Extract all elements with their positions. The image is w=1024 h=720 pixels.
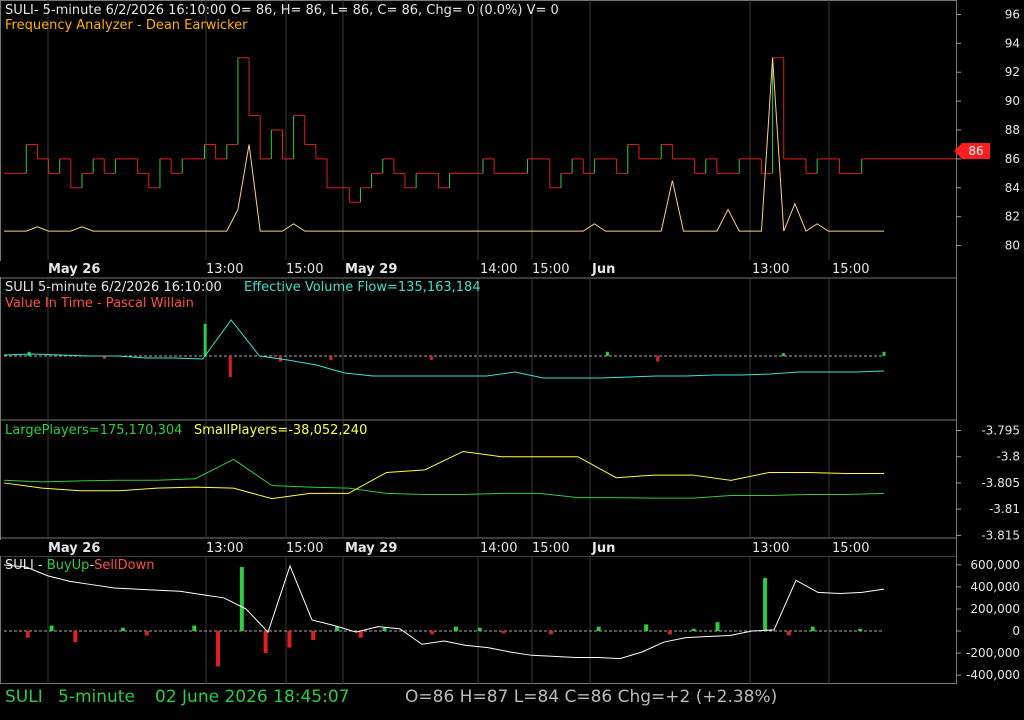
- value-bar: [228, 356, 232, 377]
- p1-info: SULI- 5-minute 6/2/2026 16:10:00 O= 86, …: [5, 3, 559, 18]
- time-axis-label: May 26: [48, 262, 100, 277]
- status-datetime: 02 June 2026 18:45:07: [155, 687, 350, 707]
- y-tick-label: 82: [1005, 210, 1020, 224]
- value-bar: [429, 356, 433, 361]
- value-bar: [781, 353, 785, 356]
- status-interval: 5-minute: [58, 687, 135, 707]
- time-axis-label: 14:00: [480, 541, 517, 556]
- time-axis-band: [0, 261, 956, 277]
- buy-sell-bar: [382, 627, 387, 632]
- buy-sell-bar: [287, 631, 292, 648]
- status-bar: SULI 5-minute 02 June 2026 18:45:07 O=86…: [0, 684, 1024, 720]
- value-bar: [605, 351, 609, 356]
- time-axis-band: [0, 540, 956, 556]
- buy-sell-bar: [786, 631, 791, 636]
- last-price-tag: 86: [954, 143, 990, 159]
- y-tick-label: 86: [1005, 152, 1020, 166]
- time-axis-label: 15:00: [286, 262, 323, 277]
- buy-sell-bar: [216, 631, 221, 667]
- y-tick-label: 96: [1005, 7, 1020, 21]
- y-tick-label: 92: [1005, 65, 1020, 79]
- buy-sell-bar: [120, 627, 125, 632]
- time-axis-label: 14:00: [480, 262, 517, 277]
- buy-sell-bar: [239, 567, 244, 632]
- y-tick-label: 200,000: [970, 602, 1020, 616]
- time-axis-label: 15:00: [832, 262, 869, 277]
- chart-canvas: May 26 13:00 15:00 May 29 14:00 15:00 Jun 13:00…: [0, 0, 1020, 684]
- buy-sell-bar: [358, 631, 363, 638]
- status-symbol: SULI: [5, 687, 43, 707]
- time-axis-label: Jun: [591, 541, 615, 556]
- buy-sell-bar: [311, 631, 316, 640]
- y-tick-label: -200,000: [966, 646, 1020, 660]
- y-tick-label: -400,000: [966, 668, 1020, 682]
- time-axis-label: 13:00: [206, 262, 243, 277]
- p2-indicator-name: Value In Time - Pascal Willain: [5, 296, 194, 311]
- y-tick-label: 600,000: [970, 558, 1020, 572]
- y-tick-label: -3.805: [981, 476, 1020, 490]
- buy-sell-bar: [858, 628, 863, 632]
- frequency-line: [4, 57, 884, 232]
- buy-sell-bar: [73, 631, 78, 643]
- value-bar: [203, 323, 207, 356]
- flow-line: [3, 319, 885, 379]
- y-tick-label: -3.815: [981, 528, 1020, 542]
- p3-small-players: SmallPlayers=-38,052,240: [194, 423, 368, 438]
- time-axis-label: 15:00: [832, 541, 869, 556]
- buy-sell-bar: [644, 624, 649, 632]
- y-tick-label: -3.795: [981, 423, 1020, 437]
- small-players-line: [3, 450, 884, 500]
- p1-indicator-name: Frequency Analyzer - Dean Earwicker: [5, 18, 248, 33]
- p4-buy-label: BuyUp: [46, 558, 90, 573]
- buy-sell-bar: [691, 628, 696, 632]
- buy-sell-bar: [715, 622, 720, 632]
- y-tick-label: 400,000: [970, 580, 1020, 594]
- time-axis-label: 15:00: [532, 541, 569, 556]
- buy-sell-bar: [453, 626, 458, 632]
- buy-sell-bar: [667, 631, 672, 635]
- p2-flow-value: Effective Volume Flow=135,163,184: [244, 280, 481, 295]
- buy-sell-bar: [549, 631, 554, 635]
- time-axis-label: 15:00: [532, 262, 569, 277]
- buy-sell-line: [3, 564, 885, 660]
- p2-info: SULI 5-minute 6/2/2026 16:10:00: [5, 280, 222, 295]
- buy-sell-bar: [501, 631, 506, 634]
- time-axis-label: 15:00: [286, 541, 323, 556]
- large-players-line: [3, 458, 885, 499]
- time-axis-label: 13:00: [752, 262, 789, 277]
- y-tick-label: -3.81: [989, 502, 1020, 516]
- y-tick-label: 84: [1005, 181, 1020, 195]
- value-bar: [656, 356, 660, 362]
- buy-sell-bar: [144, 631, 149, 636]
- y-tick-label: -3.8: [997, 450, 1020, 464]
- y-tick-label: 0: [1012, 624, 1020, 638]
- p4-sell-label: SellDown: [94, 558, 155, 573]
- buy-sell-bar: [810, 626, 815, 632]
- buy-sell-bar: [263, 631, 268, 654]
- y-tick-label: 94: [1005, 36, 1020, 50]
- time-axis-label: Jun: [591, 262, 615, 277]
- buy-sell-bar: [477, 627, 482, 632]
- time-axis-label: 13:00: [752, 541, 789, 556]
- p4-header: SULI - BuyUp-SellDown: [5, 558, 154, 573]
- buy-sell-bar: [596, 626, 601, 632]
- value-bar: [882, 351, 886, 356]
- status-ohlc: O=86 H=87 L=84 C=86 Chg=+2 (+2.38%): [405, 687, 778, 707]
- value-bar: [329, 356, 333, 361]
- y-tick-label: 88: [1005, 123, 1020, 137]
- y-tick-label: 80: [1005, 239, 1020, 253]
- buy-sell-bar: [25, 631, 30, 638]
- y-tick-label: 90: [1005, 94, 1020, 108]
- time-axis-label: May 29: [345, 262, 397, 277]
- time-axis-label: 13:00: [206, 541, 243, 556]
- buy-sell-bar: [430, 631, 435, 635]
- buy-sell-bar: [49, 625, 54, 632]
- time-axis-label: May 29: [345, 541, 397, 556]
- p4-prefix: SULI -: [5, 558, 47, 573]
- p3-large-players: LargePlayers=175,170,304: [5, 423, 183, 438]
- buy-sell-bar: [192, 625, 197, 632]
- buy-sell-bar: [763, 578, 768, 632]
- time-axis-label: May 26: [48, 541, 100, 556]
